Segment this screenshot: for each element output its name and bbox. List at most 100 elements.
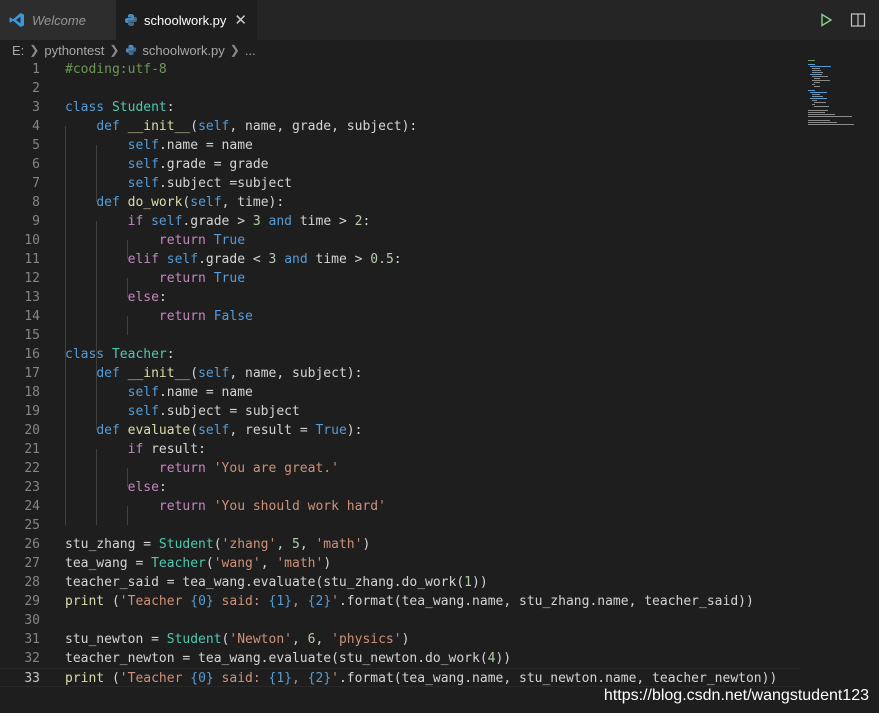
breadcrumb: E: ❯ pythontest ❯ schoolwork.py ❯ ...	[0, 40, 879, 60]
line-code: if self.grade > 3 and time > 2:	[127, 214, 371, 229]
line-number: 4	[32, 119, 40, 134]
line-number: 31	[24, 632, 40, 647]
code-line[interactable]: 19 self.subject = subject	[0, 402, 800, 421]
run-icon[interactable]	[817, 11, 835, 29]
code-line[interactable]: 3 class Student:	[0, 98, 800, 117]
code-line[interactable]: 21 if result:	[0, 440, 800, 459]
code-line[interactable]: 1 #coding:utf-8	[0, 60, 800, 79]
line-number: 16	[24, 347, 40, 362]
minimap-line	[808, 110, 828, 111]
line-code: else:	[127, 290, 167, 305]
minimap-line	[812, 94, 820, 95]
line-number: 12	[24, 271, 40, 286]
line-number: 3	[32, 100, 40, 115]
line-code: self.subject =subject	[127, 176, 292, 191]
code-line[interactable]: 5 self.name = name	[0, 136, 800, 155]
code-line[interactable]: 31 stu_newton = Student('Newton', 6, 'phy…	[0, 630, 800, 649]
code-line[interactable]: 24 return 'You should work hard'	[0, 497, 800, 516]
split-editor-icon[interactable]	[849, 11, 867, 29]
code-editor[interactable]: 1 #coding:utf-8 2 3 class Student: 4 def __in…	[0, 60, 879, 713]
line-code: def __init__(self, name, grade, subject)…	[96, 119, 418, 134]
line-number: 6	[32, 157, 40, 172]
minimap-line	[814, 82, 820, 83]
minimap-line	[812, 70, 821, 71]
line-code: def do_work(self, time):	[96, 195, 285, 210]
code-line[interactable]: 12 return True	[0, 269, 800, 288]
minimap-line	[810, 92, 827, 93]
code-line[interactable]: 7 self.subject =subject	[0, 174, 800, 193]
chevron-right-icon: ❯	[229, 43, 240, 57]
minimap-line	[812, 80, 830, 81]
code-line[interactable]: 4 def __init__(self, name, grade, subjec…	[0, 117, 800, 136]
line-code: teacher_newton = tea_wang.evaluate(stu_n…	[65, 651, 512, 666]
code-line[interactable]: 18 self.name = name	[0, 383, 800, 402]
code-line[interactable]: 9 if self.grade > 3 and time > 2:	[0, 212, 800, 231]
editor-actions	[817, 0, 879, 40]
line-number: 27	[24, 556, 40, 571]
code-line[interactable]: 16 class Teacher:	[0, 345, 800, 364]
tab-schoolwork-py[interactable]: schoolwork.py ✕	[116, 0, 257, 40]
line-number: 20	[24, 423, 40, 438]
minimap-line	[814, 106, 829, 107]
code-line[interactable]: 33 print ('Teacher {0} said: {1}, {2}'.fo…	[0, 668, 800, 687]
code-line[interactable]: 8 def do_work(self, time):	[0, 193, 800, 212]
code-line[interactable]: 27 tea_wang = Teacher('wang', 'math')	[0, 554, 800, 573]
code-line[interactable]: 29 print ('Teacher {0} said: {1}, {2}'.fo…	[0, 592, 800, 611]
breadcrumb-folder[interactable]: pythontest	[44, 43, 104, 58]
code-line[interactable]: 22 return 'You are great.'	[0, 459, 800, 478]
minimap-line	[814, 86, 820, 87]
code-line[interactable]: 11 elif self.grade < 3 and time > 0.5:	[0, 250, 800, 269]
code-line[interactable]: 28 teacher_said = tea_wang.evaluate(stu_z…	[0, 573, 800, 592]
chevron-right-icon: ❯	[109, 43, 120, 57]
line-number: 25	[24, 518, 40, 533]
line-number: 19	[24, 404, 40, 419]
code-line[interactable]: 13 else:	[0, 288, 800, 307]
line-code: return True	[158, 271, 246, 286]
line-code: elif self.grade < 3 and time > 0.5:	[127, 252, 402, 267]
code-line[interactable]: 6 self.grade = grade	[0, 155, 800, 174]
python-icon	[124, 11, 138, 29]
minimap-line	[812, 96, 823, 97]
minimap-line	[812, 100, 817, 101]
minimap-line	[808, 112, 825, 113]
line-code: return False	[158, 309, 253, 324]
minimap-line	[808, 124, 854, 125]
code-line[interactable]: 17 def __init__(self, name, subject):	[0, 364, 800, 383]
breadcrumb-drive[interactable]: E:	[12, 43, 24, 58]
tab-label: schoolwork.py	[144, 12, 227, 28]
line-code: self.name = name	[127, 138, 253, 153]
code-line[interactable]: 14 return False	[0, 307, 800, 326]
line-number: 1	[32, 62, 40, 77]
code-line[interactable]: 2	[0, 79, 800, 98]
python-icon	[124, 43, 138, 57]
code-line[interactable]: 20 def evaluate(self, result = True):	[0, 421, 800, 440]
code-line[interactable]: 10 return True	[0, 231, 800, 250]
line-code: print ('Teacher {0} said: {1}, {2}'.form…	[65, 671, 778, 686]
breadcrumb-symbols[interactable]: ...	[245, 43, 256, 58]
line-code: class Student:	[65, 100, 175, 115]
code-line[interactable]: 15	[0, 326, 800, 345]
line-number: 8	[32, 195, 40, 210]
minimap-line	[812, 84, 815, 85]
line-code: self.subject = subject	[127, 404, 300, 419]
line-number: 7	[32, 176, 40, 191]
minimap-line	[808, 64, 815, 65]
code-line[interactable]: 23 else:	[0, 478, 800, 497]
minimap-line	[808, 122, 837, 123]
code-line[interactable]: 32 teacher_newton = tea_wang.evaluate(stu…	[0, 649, 800, 668]
tab-welcome[interactable]: Welcome	[0, 0, 116, 40]
line-number: 2	[32, 81, 40, 96]
breadcrumb-file[interactable]: schoolwork.py	[142, 43, 224, 58]
chevron-right-icon: ❯	[29, 43, 40, 57]
line-number: 18	[24, 385, 40, 400]
close-icon[interactable]: ✕	[234, 11, 247, 29]
code-line[interactable]: 30	[0, 611, 800, 630]
minimap[interactable]	[808, 60, 868, 130]
line-code: return True	[158, 233, 246, 248]
code-line[interactable]: 25	[0, 516, 800, 535]
minimap-line	[808, 60, 815, 61]
line-code: stu_newton = Student('Newton', 6, 'physi…	[65, 632, 410, 647]
code-line[interactable]: 26 stu_zhang = Student('zhang', 5, 'math'…	[0, 535, 800, 554]
line-number: 9	[32, 214, 40, 229]
line-number: 29	[24, 594, 40, 609]
